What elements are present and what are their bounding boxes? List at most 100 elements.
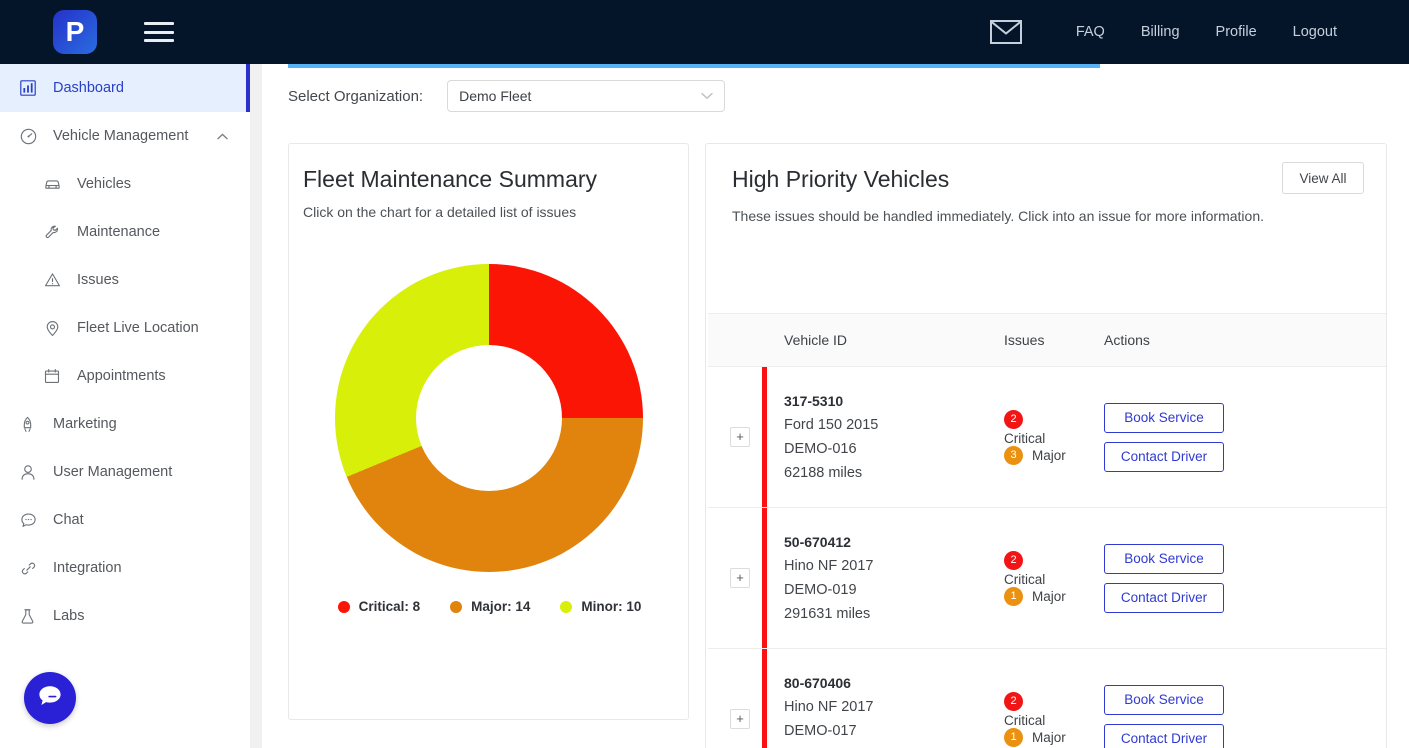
expand-cell: + [708,367,784,507]
maintenance-donut-chart[interactable] [335,264,643,572]
chart-card-subtitle: Click on the chart for a detailed list o… [303,204,576,220]
expand-cell: + [708,649,784,748]
table-header-issues: Issues [1004,332,1104,348]
vehicle-code: DEMO-017 [784,719,1004,743]
view-all-button[interactable]: View All [1282,162,1364,194]
sidebar-item-maintenance[interactable]: Maintenance [0,208,250,256]
major-issues: 1 Major [1004,587,1104,606]
contact-driver-button[interactable]: Contact Driver [1104,724,1224,748]
table-row: + 80-670406 Hino NF 2017 DEMO-017 258063… [708,649,1386,748]
rocket-icon [20,414,42,434]
organization-selected-value: Demo Fleet [459,88,531,104]
organization-selector-row: Select Organization: Demo Fleet [288,80,725,112]
vehicle-code: DEMO-016 [784,437,1004,461]
table-row: + 317-5310 Ford 150 2015 DEMO-016 62188 … [708,367,1386,508]
sidebar-item-label: Dashboard [53,80,124,96]
major-issues: 3 Major [1004,446,1104,465]
major-issues: 1 Major [1004,728,1104,747]
chevron-down-icon [701,92,713,100]
legend-label: Critical: 8 [359,599,421,614]
sidebar-scrollbar[interactable] [250,64,262,748]
vehicle-mileage: 291631 miles [784,602,1004,626]
critical-badge: 2 [1004,692,1023,711]
chat-bubble-icon [20,510,42,530]
wrench-icon [44,222,66,242]
sidebar-item-dashboard[interactable]: Dashboard [0,64,250,112]
sidebar-item-appointments[interactable]: Appointments [0,352,250,400]
sidebar-item-marketing[interactable]: Marketing [0,400,250,448]
sidebar-item-fleet-live-location[interactable]: Fleet Live Location [0,304,250,352]
expand-row-button[interactable]: + [730,709,750,729]
topnav-link-faq[interactable]: FAQ [1058,24,1123,40]
sidebar-item-label: Maintenance [77,224,160,240]
expand-row-button[interactable]: + [730,427,750,447]
vehicle-id: 80-670406 [784,671,1004,695]
actions-cell: Book Service Contact Driver [1104,508,1334,648]
calendar-icon [44,366,66,386]
vehicle-mileage: 258063 miles [784,743,1004,748]
issues-cell: 2 Critical 1 Major [1004,649,1104,748]
hamburger-menu-icon[interactable] [144,20,174,44]
sidebar-item-user-management[interactable]: User Management [0,448,250,496]
sidebar-item-vehicles[interactable]: Vehicles [0,160,250,208]
sidebar-item-vehicle-management[interactable]: Vehicle Management [0,112,250,160]
book-service-button[interactable]: Book Service [1104,544,1224,574]
sidebar-item-label: Appointments [77,368,166,384]
table-header-row: Vehicle ID Issues Actions [708,313,1386,367]
legend-label: Minor: 10 [581,599,641,614]
sidebar-item-label: Chat [53,512,84,528]
critical-label: Critical [1004,572,1104,587]
critical-issues: 2 [1004,551,1104,570]
sidebar-item-label: Marketing [53,416,117,432]
major-label: Major [1032,589,1066,604]
chevron-up-icon[interactable] [217,133,228,140]
top-nav-links: FAQ Billing Profile Logout [990,20,1409,44]
critical-label: Critical [1004,431,1104,446]
sidebar-item-integration[interactable]: Integration [0,544,250,592]
chart-bar-icon [20,78,42,98]
legend-item-major[interactable]: Major: 14 [450,599,530,614]
critical-label: Critical [1004,713,1104,728]
major-label: Major [1032,730,1066,745]
contact-driver-button[interactable]: Contact Driver [1104,583,1224,613]
legend-item-minor[interactable]: Minor: 10 [560,599,641,614]
legend-label: Major: 14 [471,599,530,614]
sidebar-item-label: Integration [53,560,122,576]
table-row: + 50-670412 Hino NF 2017 DEMO-019 291631… [708,508,1386,649]
vehicle-info-cell: 50-670412 Hino NF 2017 DEMO-019 291631 m… [784,508,1004,648]
sidebar-item-label: Vehicles [77,176,131,192]
hamburger-bar [144,22,174,25]
warning-triangle-icon [44,270,66,290]
book-service-button[interactable]: Book Service [1104,403,1224,433]
vehicle-id: 317-5310 [784,389,1004,413]
sidebar-item-label: Fleet Live Location [77,320,199,336]
issues-cell: 2 Critical 1 Major [1004,508,1104,648]
sidebar-item-label: Labs [53,608,84,624]
sidebar-item-chat[interactable]: Chat [0,496,250,544]
topnav-link-billing[interactable]: Billing [1123,24,1198,40]
topnav-link-logout[interactable]: Logout [1275,24,1355,40]
logo-letter: P [66,18,85,46]
legend-item-critical[interactable]: Critical: 8 [338,599,421,614]
legend-color-dot [338,601,350,613]
vehicles-card-title: High Priority Vehicles [732,166,949,193]
expand-row-button[interactable]: + [730,568,750,588]
topnav-link-profile[interactable]: Profile [1198,24,1275,40]
sidebar-item-labs[interactable]: Labs [0,592,250,640]
vehicles-card-subtitle: These issues should be handled immediate… [732,208,1264,224]
organization-select[interactable]: Demo Fleet [447,80,725,112]
p-logo-icon[interactable]: P [53,10,97,54]
legend-color-dot [560,601,572,613]
expand-cell: + [708,508,784,648]
user-icon [20,462,42,482]
table-header-actions: Actions [1104,332,1304,348]
book-service-button[interactable]: Book Service [1104,685,1224,715]
vehicle-info-cell: 317-5310 Ford 150 2015 DEMO-016 62188 mi… [784,367,1004,507]
vehicle-model: Hino NF 2017 [784,695,1004,719]
mail-envelope-icon[interactable] [990,20,1022,44]
sidebar-item-issues[interactable]: Issues [0,256,250,304]
chat-widget-button[interactable] [24,672,76,724]
vehicle-id: 50-670412 [784,530,1004,554]
contact-driver-button[interactable]: Contact Driver [1104,442,1224,472]
donut-chart-wrapper [303,264,675,594]
